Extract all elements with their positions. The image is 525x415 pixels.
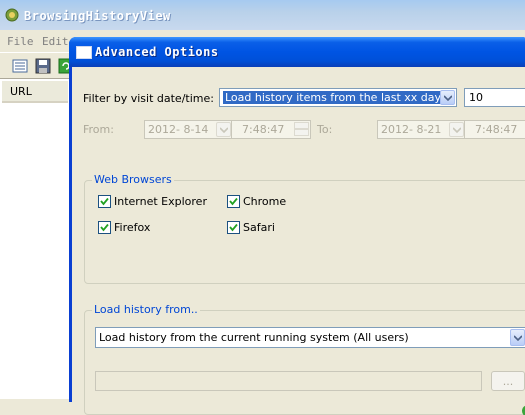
chrome-label[interactable]: Chrome [243,195,286,208]
to-label: To: [317,123,333,136]
load-source-dropdown[interactable]: Load history from the current running sy… [95,327,525,348]
load-history-title: Load history from.. [92,303,200,316]
chevron-down-icon[interactable] [449,122,464,137]
web-browsers-group: Web Browsers Internet Explorer Chrome Fi… [84,173,525,284]
to-time-picker[interactable]: 7:48:47 [464,120,525,139]
web-browsers-title: Web Browsers [92,173,174,186]
dialog-title: Advanced Options [95,45,219,59]
advanced-options-dialog: Advanced Options Filter by visit date/ti… [69,37,525,415]
filter-label: Filter by visit date/time: [83,92,214,105]
filter-dropdown[interactable]: Load history items from the last xx days [219,88,457,107]
filter-selected-value: Load history items from the last xx days [222,90,450,105]
properties-icon[interactable] [12,58,28,74]
to-time-value: 7:48:47 [475,123,518,136]
browse-button[interactable]: ... [491,371,525,391]
to-date-picker[interactable]: 2012- 8-21 [377,120,466,139]
spin-buttons-icon[interactable] [294,122,309,137]
chevron-down-icon[interactable] [510,329,525,346]
internet-explorer-label[interactable]: Internet Explorer [114,195,207,208]
to-date-value: 2012- 8-21 [381,123,442,136]
load-source-value: Load history from the current running sy… [99,331,409,344]
main-window-title-bar[interactable]: BrowsingHistoryView [0,0,525,30]
dialog-title-bar[interactable]: Advanced Options [69,37,525,67]
safari-checkbox[interactable] [227,221,240,234]
load-history-group: Load history from.. Load history from th… [84,303,525,415]
history-list[interactable]: URL [0,78,72,399]
from-time-value: 7:48:47 [242,123,285,136]
url-column-header[interactable]: URL [2,81,68,103]
main-window-title: BrowsingHistoryView [24,9,171,23]
browse-button-label: ... [502,375,514,388]
menu-file[interactable]: File [7,35,34,48]
internet-explorer-checkbox[interactable] [98,195,111,208]
chevron-down-icon[interactable] [216,122,231,137]
safari-label[interactable]: Safari [243,221,275,234]
dialog-body: Filter by visit date/time: Load history … [72,67,525,415]
from-date-picker[interactable]: 2012- 8-14 [144,120,233,139]
firefox-label[interactable]: Firefox [114,221,150,234]
url-column-label: URL [10,85,32,98]
app-icon [5,8,19,22]
chevron-down-icon[interactable] [440,90,455,105]
status-indicator-icon [522,405,525,415]
history-path-input[interactable] [95,371,482,391]
from-label: From: [83,123,114,136]
from-time-picker[interactable]: 7:48:47 [231,120,311,139]
dialog-window-icon [76,46,92,59]
chrome-checkbox[interactable] [227,195,240,208]
save-icon[interactable] [35,58,51,74]
menu-edit[interactable]: Edit [42,35,69,48]
days-value: 10 [469,91,483,104]
days-input[interactable]: 10 [464,88,525,107]
firefox-checkbox[interactable] [98,221,111,234]
from-date-value: 2012- 8-14 [148,123,209,136]
